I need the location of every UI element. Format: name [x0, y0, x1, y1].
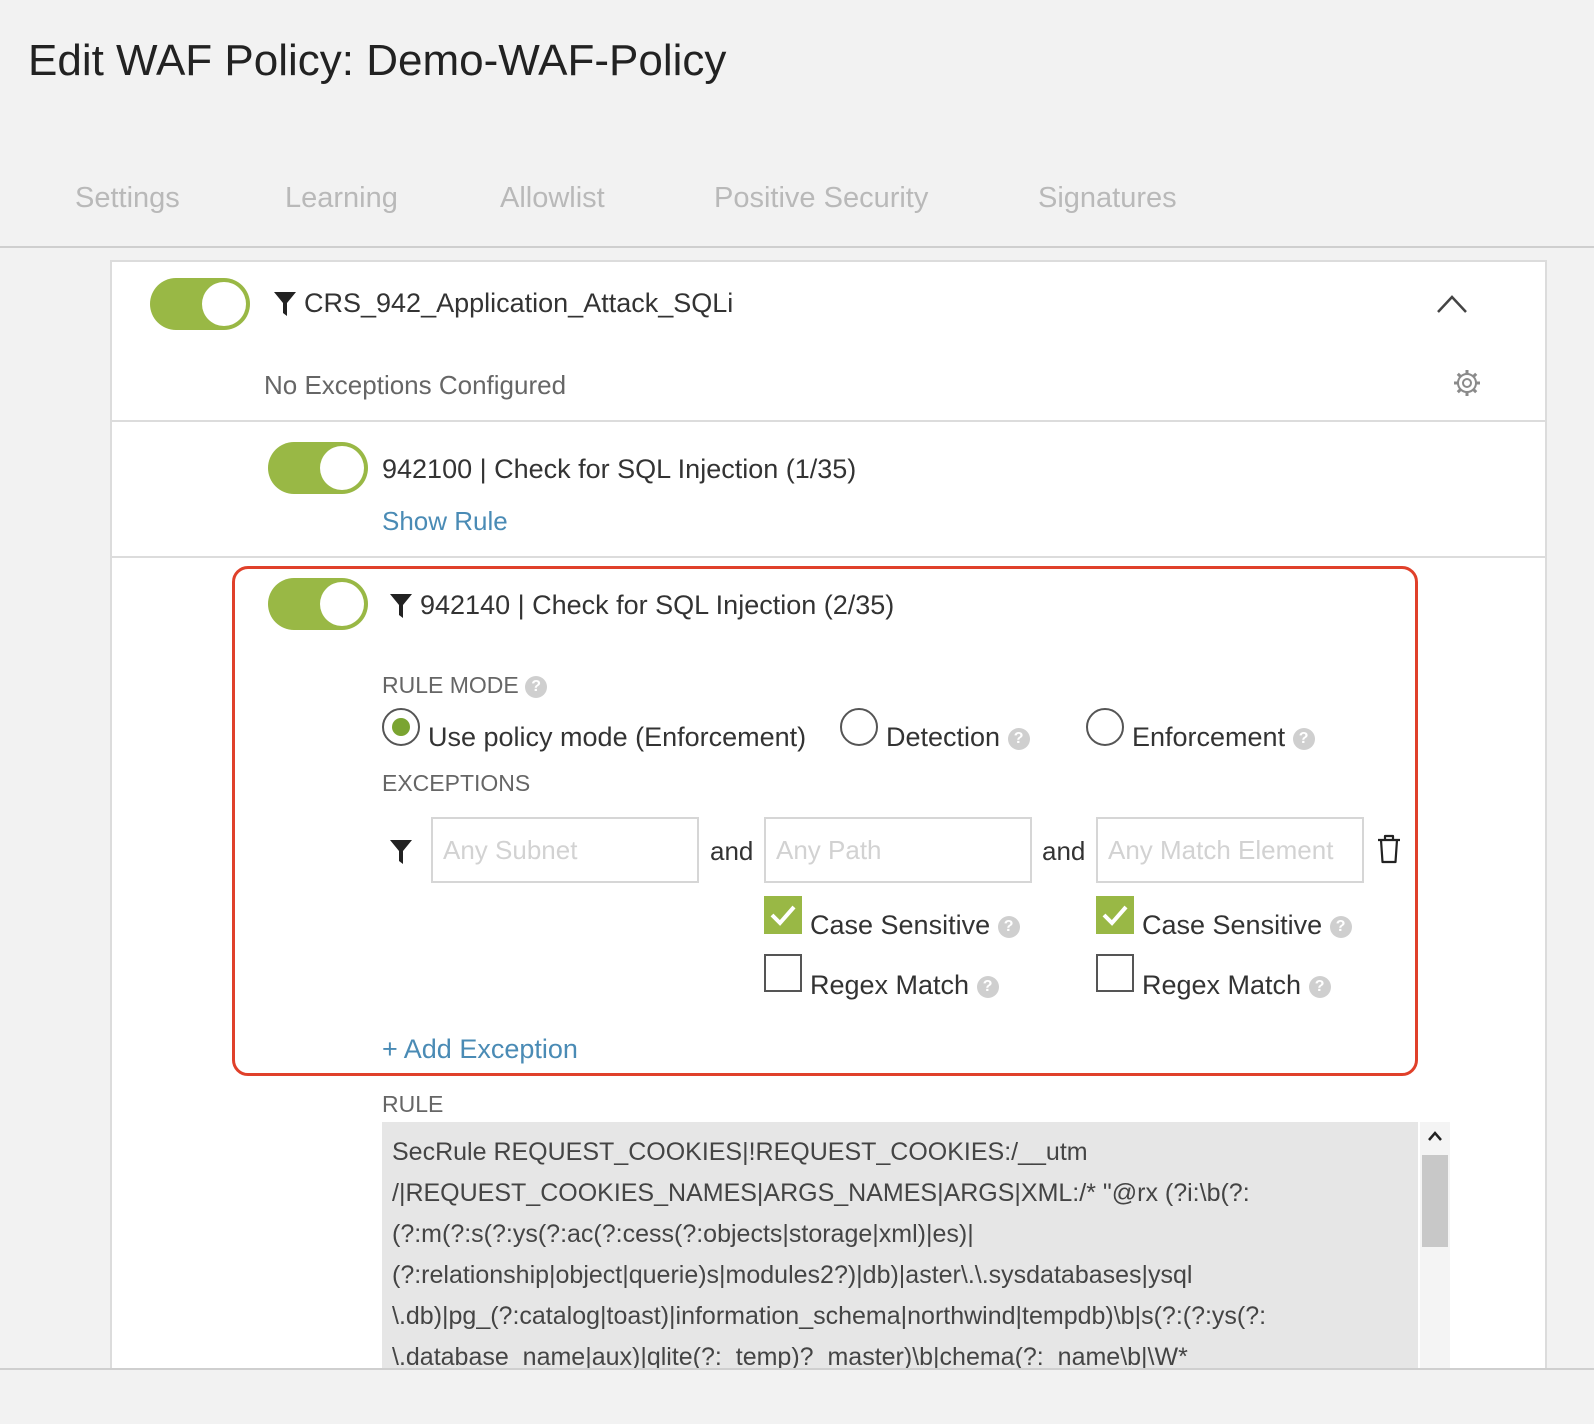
match-regex-text: Regex Match: [1142, 970, 1302, 1000]
toggle-knob: [202, 282, 246, 326]
rule-942100-toggle[interactable]: [268, 442, 368, 494]
rule-942140-toggle[interactable]: [268, 578, 368, 630]
help-icon[interactable]: ?: [976, 975, 999, 998]
mode-enforcement-label: Enforcement ?: [1132, 722, 1315, 753]
tab-positive-security[interactable]: Positive Security: [714, 182, 928, 215]
gear-icon[interactable]: [1452, 368, 1482, 398]
path-regex-checkbox[interactable]: [764, 954, 802, 992]
help-icon[interactable]: ?: [1308, 975, 1331, 998]
group-name: CRS_942_Application_Attack_SQLi: [304, 288, 734, 318]
rule-text-line: (?:m(?:s(?:ys(?:ac(?:cess(?:objects|stor…: [392, 1220, 974, 1248]
subnet-input[interactable]: [431, 817, 699, 883]
match-case-sensitive-checkbox[interactable]: [1096, 896, 1134, 934]
scroll-up-arrow-icon[interactable]: [1427, 1130, 1443, 1142]
mode-policy-radio[interactable]: [382, 708, 420, 746]
match-element-input[interactable]: [1096, 817, 1364, 883]
rule-label: RULE: [382, 1091, 444, 1117]
group-enable-toggle[interactable]: [150, 278, 250, 330]
path-case-sensitive-label: Case Sensitive ?: [810, 910, 1020, 941]
help-icon[interactable]: ?: [1329, 915, 1352, 938]
check-icon: [1102, 905, 1128, 926]
filter-icon: [390, 840, 412, 864]
page-title: Edit WAF Policy: Demo-WAF-Policy: [28, 36, 727, 85]
tab-settings[interactable]: Settings: [75, 182, 180, 215]
filter-icon: [390, 594, 412, 618]
divider: [112, 556, 1545, 558]
match-case-sensitive-label: Case Sensitive ?: [1142, 910, 1352, 941]
bottom-bar: [0, 1368, 1594, 1424]
rule-text-line: SecRule REQUEST_COOKIES|!REQUEST_COOKIES…: [392, 1138, 1088, 1166]
exceptions-label: EXCEPTIONS: [382, 770, 531, 796]
tab-bar: Settings Learning Allowlist Positive Sec…: [0, 150, 1594, 248]
mode-enforcement-text: Enforcement: [1132, 722, 1286, 752]
exceptions-status: No Exceptions Configured: [264, 370, 567, 400]
rule-text-line: /|REQUEST_COOKIES_NAMES|ARGS_NAMES|ARGS|…: [392, 1179, 1250, 1207]
rule-text-line: (?:relationship|object|querie)s|modules2…: [392, 1261, 1193, 1289]
rule-mode-label-text: RULE MODE: [382, 672, 519, 698]
scrollbar-thumb[interactable]: [1422, 1155, 1448, 1247]
match-case-sensitive-text: Case Sensitive: [1142, 910, 1323, 940]
rule-942140-title: 942140 | Check for SQL Injection (2/35): [420, 590, 895, 620]
path-regex-text: Regex Match: [810, 970, 970, 1000]
path-case-sensitive-text: Case Sensitive: [810, 910, 991, 940]
toggle-knob: [320, 582, 364, 626]
path-regex-label: Regex Match ?: [810, 970, 999, 1001]
mode-detection-text: Detection: [886, 722, 1001, 752]
rule-text-area[interactable]: SecRule REQUEST_COOKIES|!REQUEST_COOKIES…: [382, 1122, 1418, 1390]
help-icon[interactable]: ?: [1007, 727, 1030, 750]
divider: [112, 420, 1545, 422]
add-exception-link[interactable]: + Add Exception: [382, 1034, 578, 1065]
check-icon: [770, 905, 796, 926]
filter-icon: [274, 292, 296, 316]
path-input[interactable]: [764, 817, 1032, 883]
tab-signatures[interactable]: Signatures: [1038, 182, 1177, 215]
match-regex-checkbox[interactable]: [1096, 954, 1134, 992]
help-icon[interactable]: ?: [997, 915, 1020, 938]
help-icon[interactable]: ?: [1292, 727, 1315, 750]
mode-detection-label: Detection ?: [886, 722, 1030, 753]
trash-icon[interactable]: [1376, 834, 1402, 864]
show-rule-link[interactable]: Show Rule: [382, 506, 508, 537]
mode-detection-radio[interactable]: [840, 708, 878, 746]
rule-mode-label: RULE MODE ?: [382, 672, 548, 699]
toggle-knob: [320, 446, 364, 490]
rule-text-line: \.db)|pg_(?:catalog|toast)|information_s…: [392, 1302, 1267, 1330]
chevron-up-icon[interactable]: [1436, 294, 1468, 314]
match-regex-label: Regex Match ?: [1142, 970, 1331, 1001]
mode-policy-label: Use policy mode (Enforcement): [428, 722, 807, 752]
rule-942100-title: 942100 | Check for SQL Injection (1/35): [382, 454, 857, 484]
and-label: and: [710, 836, 754, 866]
and-label: and: [1042, 836, 1086, 866]
path-case-sensitive-checkbox[interactable]: [764, 896, 802, 934]
help-icon[interactable]: ?: [525, 675, 548, 698]
mode-enforcement-radio[interactable]: [1086, 708, 1124, 746]
tab-allowlist[interactable]: Allowlist: [500, 182, 605, 215]
tab-learning[interactable]: Learning: [285, 182, 398, 215]
